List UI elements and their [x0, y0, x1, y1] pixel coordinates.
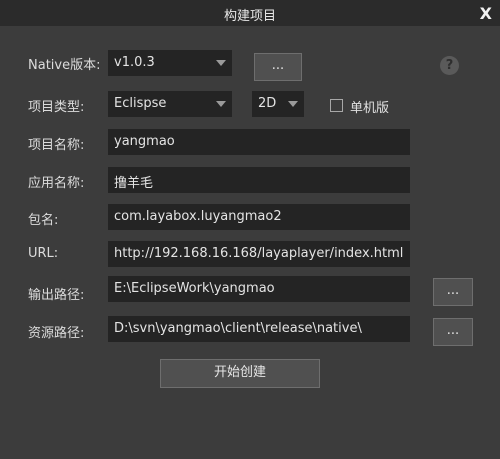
app-name-label: 应用名称:	[28, 176, 85, 191]
chevron-down-icon	[216, 101, 226, 107]
url-input[interactable]: http://192.168.16.168/layaplayer/index.h…	[108, 241, 410, 267]
start-build-button[interactable]: 开始创建	[160, 359, 320, 388]
project-name-input[interactable]: yangmao	[108, 129, 410, 155]
dimension-value: 2D	[258, 96, 277, 111]
url-label: URL:	[28, 246, 59, 261]
package-name-label: 包名:	[28, 213, 59, 228]
project-type-select[interactable]: Eclispse	[108, 91, 232, 117]
chevron-down-icon	[288, 101, 298, 107]
window-title: 构建项目	[223, 9, 276, 24]
project-type-label: 项目类型:	[28, 100, 85, 115]
output-path-input[interactable]: E:\EclipseWork\yangmao	[108, 276, 410, 302]
chevron-down-icon	[216, 60, 226, 66]
standalone-checkbox[interactable]	[330, 99, 343, 112]
resource-path-label: 资源路径:	[28, 326, 85, 341]
title-bar: 构建项目 X	[0, 0, 500, 26]
native-version-value: v1.0.3	[114, 55, 155, 70]
app-name-input[interactable]: 撸羊毛	[108, 167, 410, 193]
native-browse-button[interactable]: ...	[254, 53, 302, 81]
native-version-select[interactable]: v1.0.3	[108, 50, 232, 76]
output-path-label: 输出路径:	[28, 288, 85, 303]
package-name-input[interactable]: com.layabox.luyangmao2	[108, 204, 410, 230]
resource-path-input[interactable]: D:\svn\yangmao\client\release\native\	[108, 316, 410, 342]
native-version-label: Native版本:	[28, 58, 101, 73]
output-browse-button[interactable]: ...	[433, 278, 473, 306]
project-name-label: 项目名称:	[28, 138, 85, 153]
resource-browse-button[interactable]: ...	[433, 318, 473, 346]
dimension-select[interactable]: 2D	[252, 91, 304, 117]
standalone-label: 单机版	[350, 101, 390, 116]
project-type-value: Eclispse	[114, 96, 167, 111]
help-icon[interactable]: ?	[440, 56, 459, 75]
close-button[interactable]: X	[480, 4, 492, 23]
